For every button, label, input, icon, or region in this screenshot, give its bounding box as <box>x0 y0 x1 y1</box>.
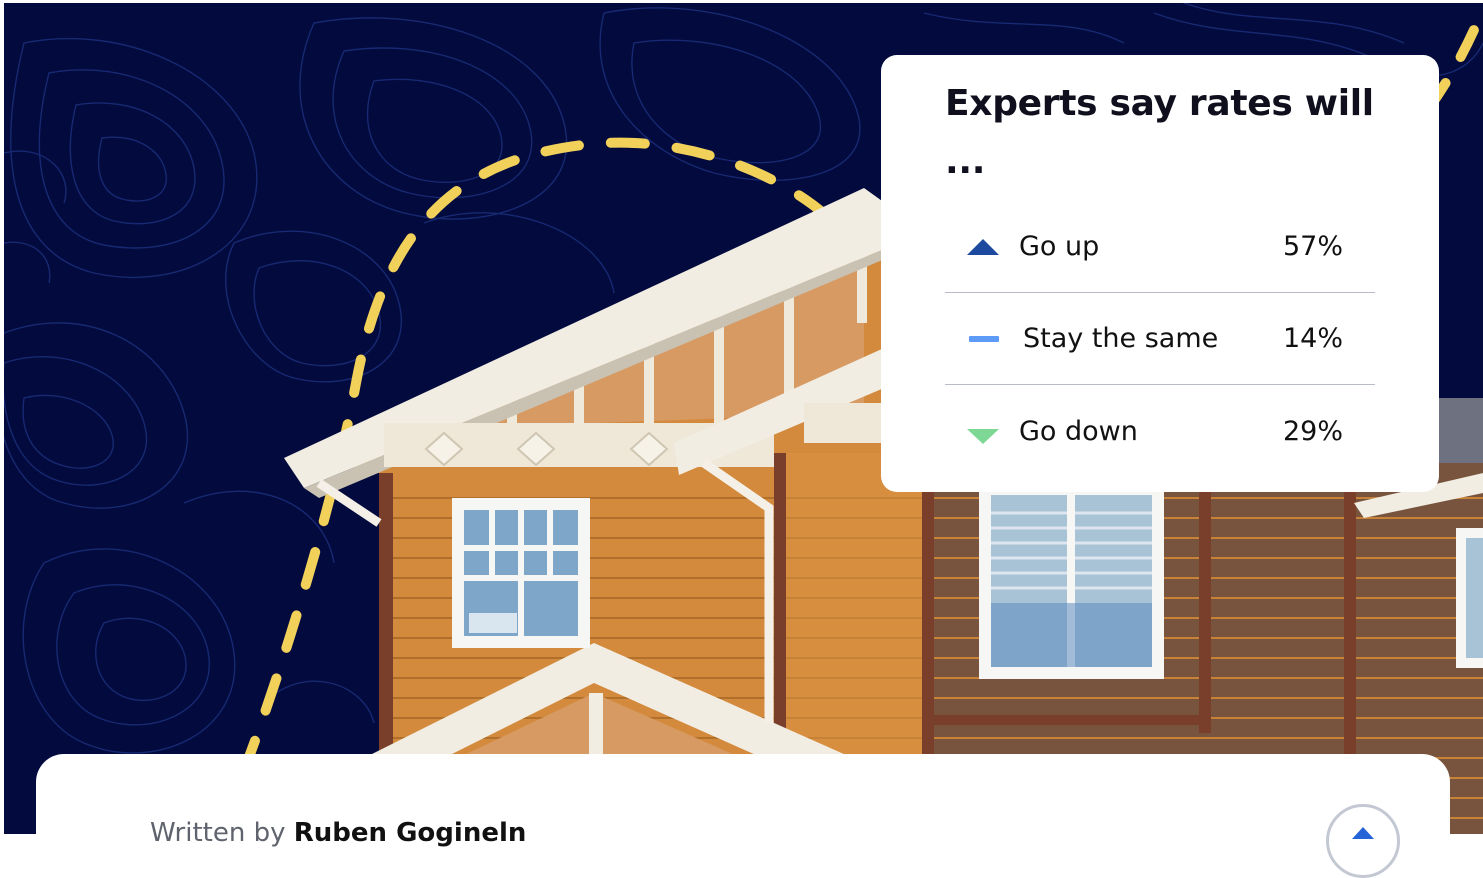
rate-row-go-down: Go down 29% <box>945 385 1375 477</box>
chevron-up-icon <box>1352 827 1374 839</box>
rate-label: Go down <box>1019 415 1138 447</box>
rates-list: Go up 57% Stay the same 14% Go down 29% <box>945 201 1375 477</box>
rate-value: 29% <box>1283 415 1344 447</box>
article-byline-card: Written by Ruben Gogineln <box>36 754 1450 878</box>
up-triangle-icon <box>945 238 1019 255</box>
rate-value: 57% <box>1283 231 1344 262</box>
author-link[interactable]: Ruben Gogineln <box>294 818 527 848</box>
scroll-to-top-button[interactable] <box>1326 804 1400 878</box>
byline-prefix: Written by <box>150 818 286 848</box>
rates-card-title: Experts say rates will ... <box>945 83 1374 182</box>
hero-image: Experts say rates will ... Go up 57% Sta… <box>4 3 1483 834</box>
rates-poll-card: Experts say rates will ... Go up 57% Sta… <box>881 55 1439 492</box>
rate-label: Stay the same <box>1023 323 1219 354</box>
rate-label: Go up <box>1019 231 1100 262</box>
rate-value: 14% <box>1283 323 1344 354</box>
dash-icon <box>945 335 1019 342</box>
byline: Written by Ruben Gogineln <box>150 818 526 848</box>
down-triangle-icon <box>945 419 1019 444</box>
rate-row-go-up: Go up 57% <box>945 201 1375 293</box>
rate-row-stay-the-same: Stay the same 14% <box>945 293 1375 385</box>
